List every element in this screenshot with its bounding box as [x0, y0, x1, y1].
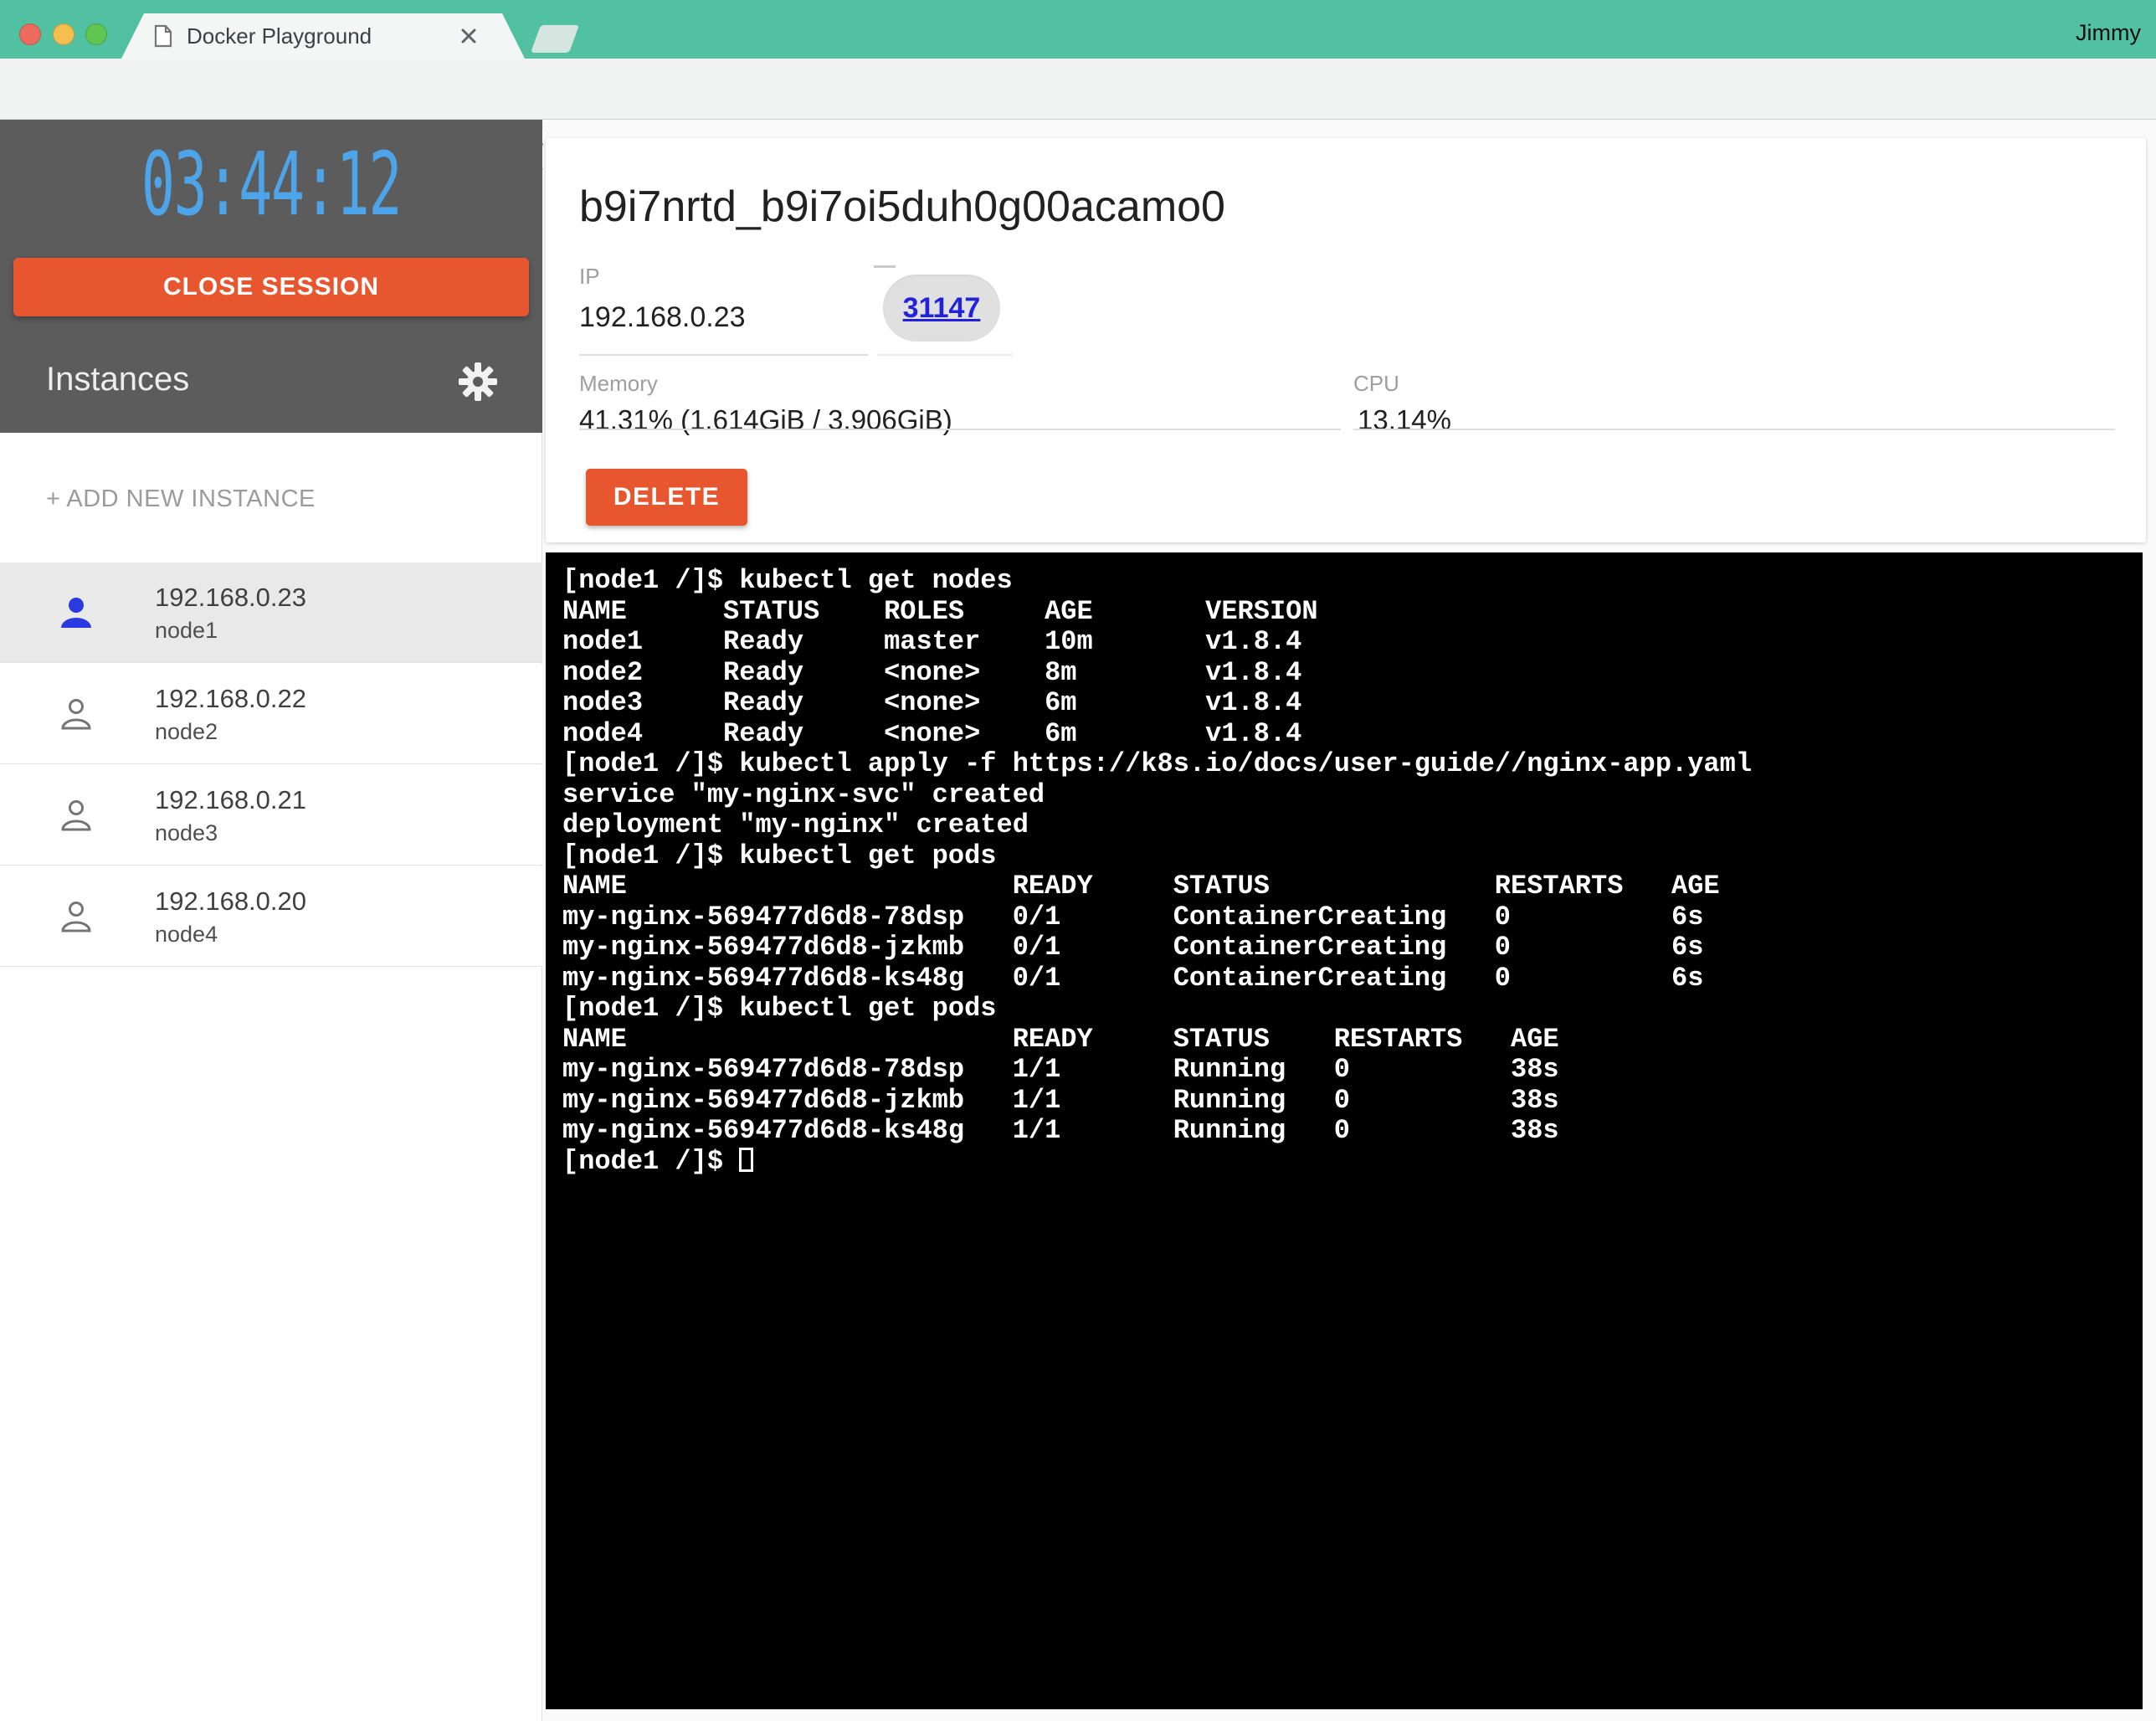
instance-node-name: node2 [155, 719, 218, 745]
terminal[interactable]: [node1 /]$ kubectl get nodes NAME STATUS… [546, 552, 2143, 1709]
browser-tab[interactable]: Docker Playground [121, 13, 525, 59]
instance-person-icon-selected [57, 594, 95, 633]
instance-row-node4[interactable]: 192.168.0.20 node4 [0, 866, 542, 967]
instance-node-name: node3 [155, 820, 218, 846]
session-sidebar: 03:44:12 CLOSE SESSION Instances + ADD N… [0, 120, 542, 1721]
ip-field-label: IP [579, 264, 600, 290]
memory-field-label: Memory [579, 371, 658, 397]
sidebar-header: 03:44:12 CLOSE SESSION Instances [0, 120, 542, 433]
instance-detail-panel: b9i7nrtd_b9i7oi5duh0g00acamo0 IP 192.168… [543, 120, 2156, 1721]
cpu-field-label: CPU [1353, 371, 1399, 397]
instances-heading: Instances [46, 361, 189, 398]
delete-instance-button[interactable]: DELETE [586, 469, 747, 526]
instance-person-icon [57, 696, 95, 734]
browser-titlebar: Docker Playground Jimmy [0, 0, 2156, 59]
ip-field-value[interactable]: 192.168.0.23 [579, 301, 746, 334]
instance-person-icon [57, 797, 95, 835]
instance-title: b9i7nrtd_b9i7oi5duh0g00acamo0 [579, 182, 1225, 232]
memory-field-underline [579, 429, 1341, 430]
instance-ip: 192.168.0.20 [155, 886, 306, 917]
memory-field-value[interactable]: 41.31% (1.614GiB / 3.906GiB) [579, 404, 952, 436]
ip-field-underline [579, 354, 868, 356]
close-window-button[interactable] [19, 23, 41, 45]
tab-title: Docker Playground [187, 23, 456, 49]
close-tab-icon[interactable] [456, 23, 481, 49]
instance-row-node1[interactable]: 192.168.0.23 node1 [0, 563, 542, 663]
close-session-button[interactable]: CLOSE SESSION [13, 258, 529, 316]
instance-person-icon [57, 898, 95, 937]
new-tab-button[interactable] [531, 25, 579, 53]
session-timer: 03:44:12 [98, 133, 445, 235]
instance-ip: 192.168.0.21 [155, 785, 306, 815]
page-favicon-icon [153, 24, 173, 48]
os-user-label: Jimmy [2076, 20, 2141, 46]
terminal-cursor [739, 1148, 753, 1172]
instance-card: b9i7nrtd_b9i7oi5duh0g00acamo0 IP 192.168… [546, 138, 2146, 542]
port-field-underline [877, 354, 1013, 356]
zoom-window-button[interactable] [85, 23, 107, 45]
instance-ip: 192.168.0.22 [155, 684, 306, 714]
cpu-field-value[interactable]: 13.14% [1358, 404, 1451, 436]
terminal-output: [node1 /]$ kubectl get nodes NAME STATUS… [562, 566, 2126, 1177]
instance-row-node2[interactable]: 192.168.0.22 node2 [0, 664, 542, 764]
instance-row-node3[interactable]: 192.168.0.21 node3 [0, 765, 542, 866]
port-link[interactable]: 31147 [903, 292, 981, 325]
browser-addressbar: Secure https://labs.play-with-k8s.com/p/… [0, 59, 2156, 120]
port-badge[interactable]: 31147 [883, 275, 1000, 342]
port-field-mark [874, 265, 896, 268]
minimize-window-button[interactable] [53, 23, 74, 45]
settings-gear-icon[interactable] [457, 361, 499, 403]
add-new-instance-button[interactable]: + ADD NEW INSTANCE [46, 485, 316, 513]
cpu-field-underline [1353, 429, 2115, 430]
instance-ip: 192.168.0.23 [155, 583, 306, 613]
instance-node-name: node4 [155, 922, 218, 948]
instance-node-name: node1 [155, 618, 218, 644]
